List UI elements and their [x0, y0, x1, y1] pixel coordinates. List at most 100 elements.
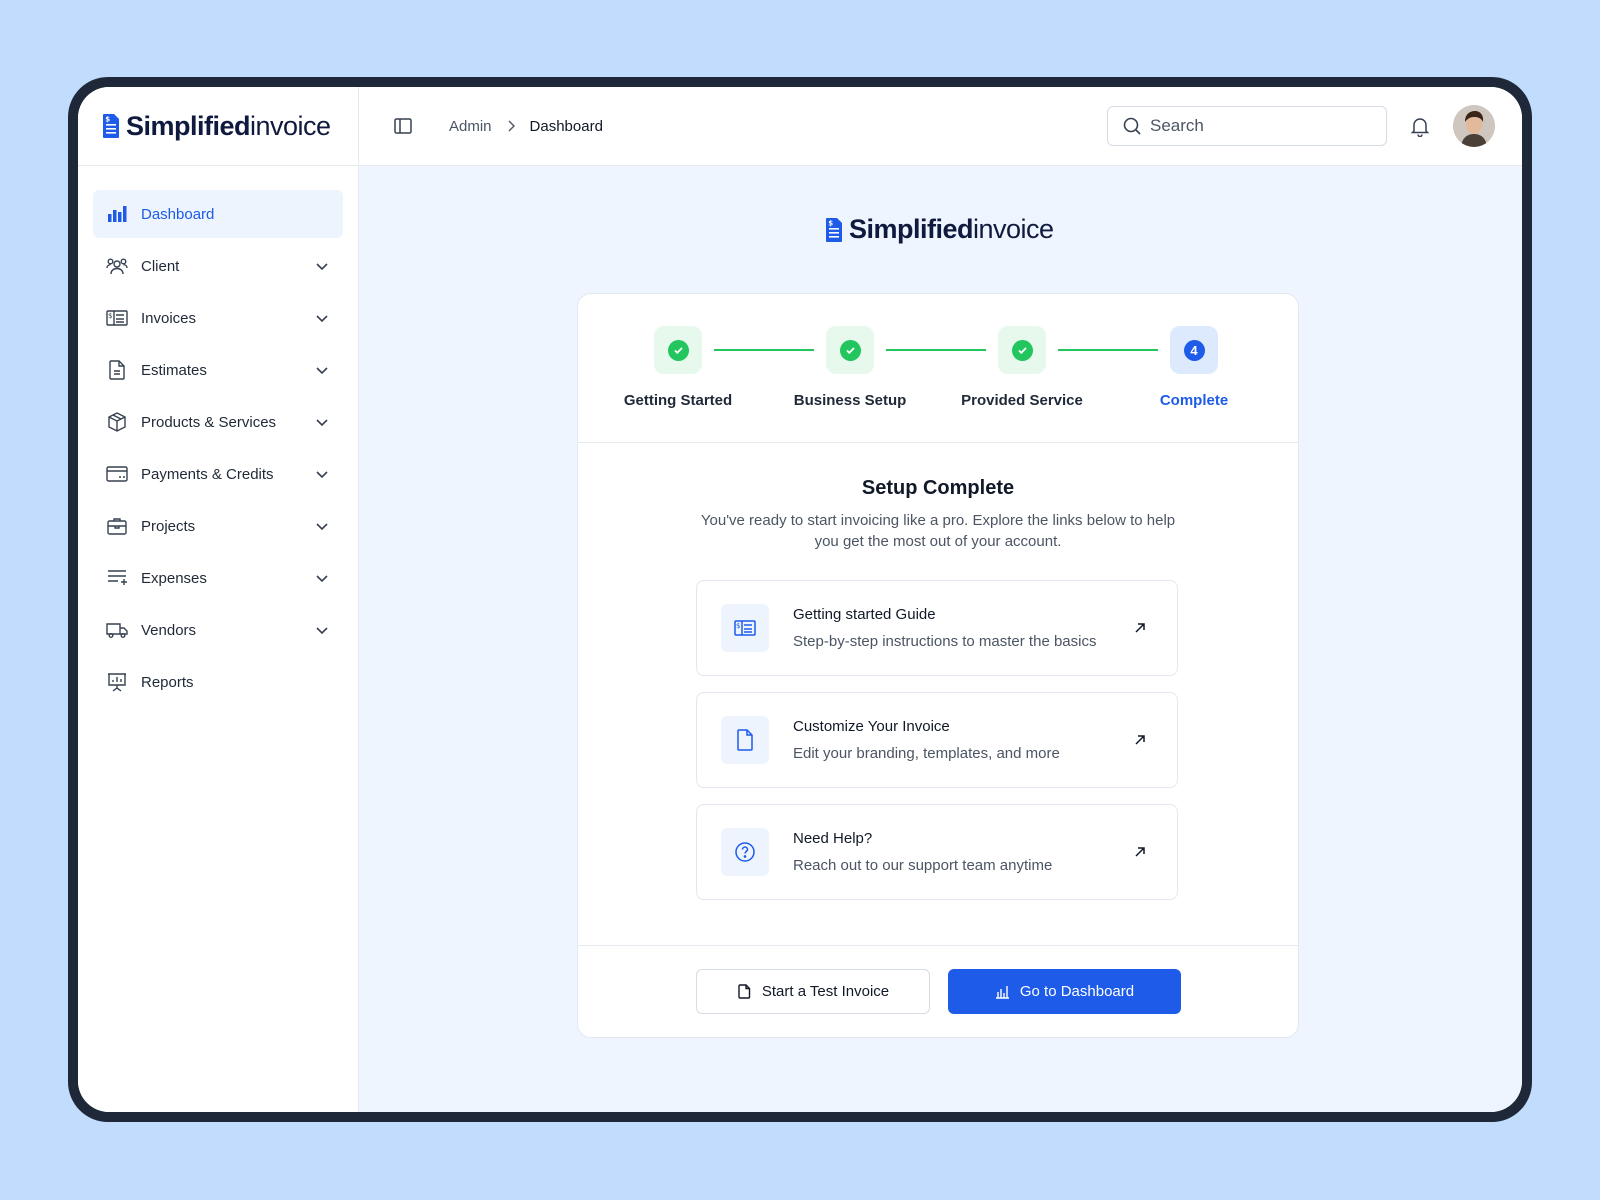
sidebar-item-label: Client — [141, 257, 180, 275]
user-avatar-image — [1453, 105, 1495, 147]
chevron-down-icon — [316, 315, 328, 323]
setup-title: Setup Complete — [861, 477, 1015, 499]
sidebar-nav: Dashboard Client $ Invoices Estimates Pr… — [78, 166, 358, 706]
link-customize-invoice[interactable]: Customize Your Invoice Edit your brandin… — [696, 692, 1178, 788]
chevron-down-icon — [316, 471, 328, 479]
avatar[interactable] — [1453, 105, 1495, 147]
search-input[interactable] — [1150, 116, 1350, 136]
button-label: Start a Test Invoice — [761, 983, 890, 1000]
topbar: Admin Dashboard — [359, 87, 1522, 166]
step-label: Business Setup — [793, 392, 907, 409]
sidebar-item-projects[interactable]: Projects — [93, 502, 343, 550]
sidebar-item-products-services[interactable]: Products & Services — [93, 398, 343, 446]
stepper: Getting Started Business Setup Provided … — [578, 294, 1298, 443]
bar-chart-icon — [995, 986, 1009, 999]
sidebar-item-label: Dashboard — [141, 205, 215, 223]
sidebar-item-label: Vendors — [141, 621, 197, 639]
sidebar-item-reports[interactable]: Reports — [93, 658, 343, 706]
sidebar-item-dashboard[interactable]: Dashboard — [93, 190, 343, 238]
link-title: Customize Your Invoice — [793, 718, 950, 735]
link-description: Edit your branding, templates, and more — [793, 745, 1060, 762]
external-link-arrow-icon — [1135, 735, 1145, 745]
step-number: 4 — [1183, 339, 1205, 361]
sidebar-toggle-icon[interactable] — [393, 116, 413, 136]
chevron-down-icon — [316, 419, 328, 427]
brand-name-bold: Simplified — [126, 110, 251, 141]
box-icon — [106, 411, 128, 433]
check-icon — [1017, 346, 1027, 354]
help-circle-icon — [721, 828, 769, 876]
sidebar-item-label: Estimates — [141, 361, 207, 379]
sidebar-item-expenses[interactable]: Expenses — [93, 554, 343, 602]
sidebar-item-estimates[interactable]: Estimates — [93, 346, 343, 394]
step-getting-started[interactable]: Getting Started — [603, 326, 753, 409]
chevron-down-icon — [316, 575, 328, 583]
step-complete[interactable]: 4 Complete — [1119, 326, 1269, 409]
external-link-arrow-icon — [1135, 847, 1145, 857]
svg-text:$: $ — [828, 219, 833, 227]
search-icon — [1123, 117, 1141, 135]
breadcrumb-dashboard: Dashboard — [529, 117, 603, 135]
briefcase-icon — [106, 515, 128, 537]
svg-text:$: $ — [105, 116, 110, 124]
presentation-chart-icon — [106, 671, 128, 693]
app-screen: $ Simplifiedinvoice Dashboard Client $ I… — [78, 87, 1522, 1112]
file-text-icon — [106, 359, 128, 381]
sidebar-item-label: Reports — [141, 673, 194, 691]
brand-name-regular: invoice — [250, 110, 331, 141]
breadcrumb: Admin Dashboard — [449, 118, 603, 135]
invoice-icon: $ — [721, 604, 769, 652]
bell-icon[interactable] — [1409, 115, 1431, 137]
chevron-right-icon — [508, 120, 515, 132]
sidebar-item-label: Products & Services — [141, 413, 277, 431]
button-label: Go to Dashboard — [1019, 983, 1135, 1000]
list-plus-icon — [106, 567, 128, 589]
invoice-logo-icon: $ — [103, 114, 119, 138]
step-label: Provided Service — [961, 392, 1083, 409]
setup-subtitle: You've ready to start invoicing like a p… — [700, 512, 1176, 550]
brand-name-bold: Simplified — [849, 214, 974, 244]
document-icon — [721, 716, 769, 764]
device-frame: $ Simplifiedinvoice Dashboard Client $ I… — [68, 77, 1532, 1122]
start-test-invoice-button[interactable]: Start a Test Invoice — [696, 969, 930, 1014]
invoice-logo-icon: $ — [826, 217, 842, 242]
svg-text:$: $ — [736, 622, 740, 630]
sidebar-item-invoices[interactable]: $ Invoices — [93, 294, 343, 342]
step-label: Complete — [1159, 392, 1229, 409]
search-box — [1107, 106, 1387, 146]
link-getting-started-guide[interactable]: $ Getting started Guide Step-by-step ins… — [696, 580, 1178, 676]
sidebar-item-vendors[interactable]: Vendors — [93, 606, 343, 654]
sidebar-item-label: Expenses — [141, 569, 207, 587]
chevron-down-icon — [316, 523, 328, 531]
document-icon — [738, 984, 751, 999]
step-business-setup[interactable]: Business Setup — [775, 326, 925, 409]
check-icon — [673, 346, 683, 354]
svg-text:$: $ — [108, 312, 112, 320]
breadcrumb-admin[interactable]: Admin — [449, 118, 492, 135]
sidebar-item-payments-credits[interactable]: Payments & Credits — [93, 450, 343, 498]
link-title: Need Help? — [793, 830, 873, 847]
sidebar-item-label: Payments & Credits — [141, 465, 274, 483]
resource-links: $ Getting started Guide Step-by-step ins… — [696, 580, 1178, 916]
sidebar-item-label: Invoices — [141, 309, 197, 327]
chevron-down-icon — [316, 263, 328, 271]
center-logo: $ Simplifiedinvoice — [825, 216, 1054, 243]
sidebar: $ Simplifiedinvoice Dashboard Client $ I… — [78, 87, 359, 1112]
chevron-down-icon — [316, 367, 328, 375]
go-to-dashboard-button[interactable]: Go to Dashboard — [948, 969, 1181, 1014]
link-description: Reach out to our support team anytime — [793, 857, 1053, 874]
brand-header: $ Simplifiedinvoice — [78, 87, 358, 166]
link-need-help[interactable]: Need Help? Reach out to our support team… — [696, 804, 1178, 900]
content-area: $ Simplifiedinvoice Getting Started Busi… — [359, 166, 1522, 1112]
app-logo[interactable]: $ Simplifiedinvoice — [102, 110, 331, 141]
setup-card: Getting Started Business Setup Provided … — [577, 293, 1299, 1038]
sidebar-item-client[interactable]: Client — [93, 242, 343, 290]
chevron-down-icon — [316, 627, 328, 635]
check-icon — [845, 346, 855, 354]
truck-icon — [106, 619, 128, 641]
card-footer: Start a Test Invoice Go to Dashboard — [578, 945, 1298, 1037]
step-provided-service[interactable]: Provided Service — [947, 326, 1097, 409]
sidebar-item-label: Projects — [141, 517, 196, 535]
users-icon — [106, 255, 128, 277]
external-link-arrow-icon — [1135, 623, 1145, 633]
